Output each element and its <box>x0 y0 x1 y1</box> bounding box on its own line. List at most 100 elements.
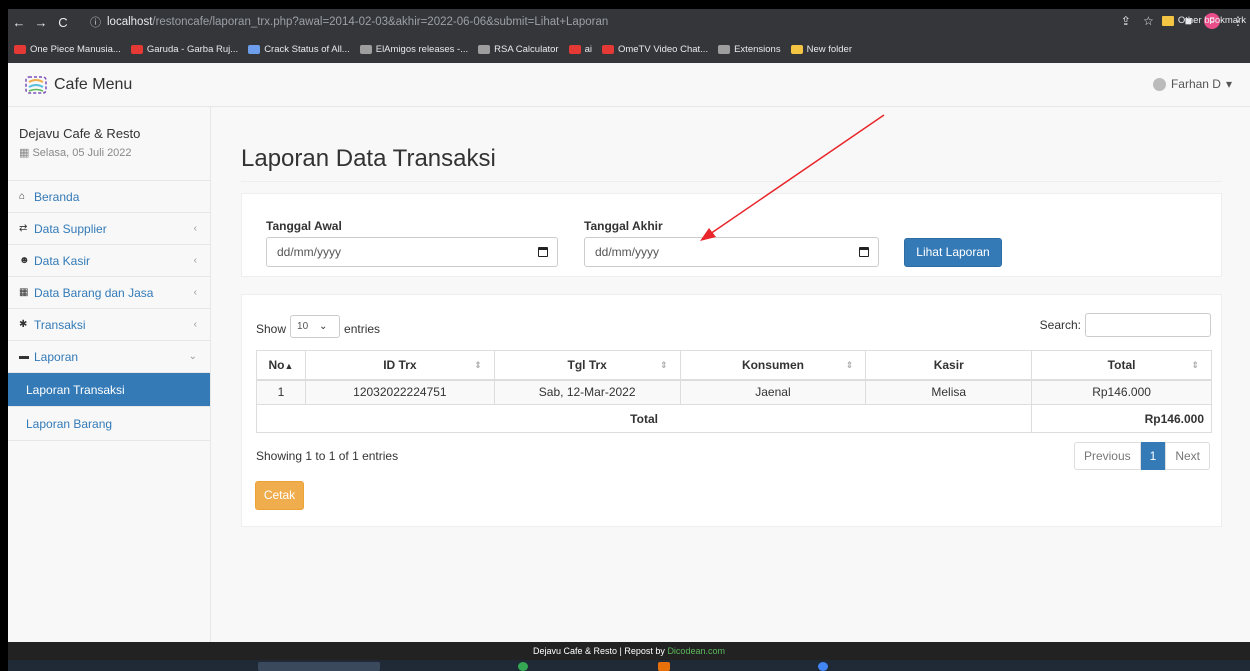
bookmark-item[interactable]: Crack Status of All... <box>248 44 350 55</box>
sidebar-item[interactable]: ⇄ Data Supplier ‹ <box>8 213 210 245</box>
cell-customer: Jaenal <box>679 379 867 405</box>
sidebar-item[interactable]: ☻ Data Kasir ‹ <box>8 245 210 277</box>
browser-toolbar: ← → C ⓘ localhost /restoncafe/laporan_tr… <box>8 9 1250 35</box>
next-page-button[interactable]: Next <box>1165 442 1210 470</box>
column-header-label: Tgl Trx <box>567 357 607 372</box>
end-date-placeholder: dd/mm/yyyy <box>595 245 660 259</box>
table-row: 1 12032022224751 Sab, 12-Mar-2022 Jaenal… <box>256 379 1212 405</box>
browser-chrome: ← → C ⓘ localhost /restoncafe/laporan_tr… <box>8 9 1250 63</box>
taskbar-item[interactable] <box>658 662 670 671</box>
sort-icon: ⇕ <box>1191 360 1199 370</box>
taskbar-item[interactable] <box>258 662 380 671</box>
sidebar-item[interactable]: ▬ Laporan ⌄ <box>8 341 210 373</box>
bookmark-item[interactable]: One Piece Manusia... <box>14 44 121 55</box>
previous-page-button[interactable]: Previous <box>1073 442 1141 470</box>
footer-link[interactable]: Dicodean.com <box>667 646 725 656</box>
column-header[interactable]: Tgl Trx ⇕ <box>493 350 681 381</box>
brand[interactable]: Cafe Menu <box>25 76 132 94</box>
calendar-icon[interactable] <box>859 247 869 257</box>
show-label: Show <box>256 321 287 336</box>
column-header-label: Konsumen <box>741 357 804 372</box>
bookmark-label: New folder <box>806 44 852 55</box>
bookmark-favicon-icon <box>359 45 372 54</box>
bookmark-item[interactable]: Extensions <box>718 44 781 55</box>
report-panel: Show 10 ⌄ entries Search: No▲ ID Trx ⇕ T… <box>241 294 1222 527</box>
sidebar-item-label: Data Barang dan Jasa <box>34 285 154 300</box>
bookmark-favicon-icon <box>601 45 614 54</box>
pagination: Previous 1 Next <box>1073 442 1210 470</box>
other-bookmarks[interactable]: Other bookmark <box>1161 15 1246 26</box>
calendar-icon[interactable] <box>538 247 548 257</box>
screen: ← → C ⓘ localhost /restoncafe/laporan_tr… <box>0 0 1250 671</box>
sidebar-item[interactable]: ⌂ Beranda <box>8 181 210 213</box>
column-header-label: ID Trx <box>383 357 417 372</box>
end-date-input[interactable]: dd/mm/yyyy <box>584 237 879 267</box>
reload-icon[interactable]: C <box>52 15 74 30</box>
column-header[interactable]: ID Trx ⇕ <box>304 350 495 381</box>
column-header[interactable]: Kasir <box>865 350 1033 381</box>
page-footer: Dejavu Cafe & Resto | Repost by Dicodean… <box>8 642 1250 660</box>
url-path: /restoncafe/laporan_trx.php?awal=2014-02… <box>152 16 609 28</box>
column-header[interactable]: Konsumen ⇕ <box>679 350 867 381</box>
table-header-row: No▲ ID Trx ⇕ Tgl Trx ⇕ Konsumen ⇕ Kasir Tot… <box>256 350 1212 381</box>
forward-icon[interactable]: → <box>30 15 52 30</box>
other-bookmarks-label: Other bookmark <box>1177 15 1246 26</box>
bookmark-label: One Piece Manusia... <box>30 44 121 55</box>
back-icon[interactable]: ← <box>8 15 30 30</box>
end-date-label: Tanggal Akhir <box>584 219 663 233</box>
sidebar-subitem[interactable]: Laporan Transaksi <box>8 373 210 407</box>
main-content: Laporan Data Transaksi Tanggal Awal dd/m… <box>212 107 1250 642</box>
sidebar-item[interactable]: ▦ Data Barang dan Jasa ‹ <box>8 277 210 309</box>
bookmark-favicon-icon <box>14 45 26 54</box>
taskbar-item[interactable] <box>818 662 828 671</box>
star-icon[interactable]: ☆ <box>1143 14 1154 28</box>
share-icon[interactable]: ⇪ <box>1121 14 1131 28</box>
page-length: Show 10 ⌄ entries <box>256 315 380 338</box>
chevron-icon: ‹ <box>193 287 197 298</box>
bookmark-item[interactable]: Garuda - Garba Ruj... <box>130 44 238 55</box>
user-menu[interactable]: Farhan D ▾ <box>1152 77 1232 91</box>
start-date-input[interactable]: dd/mm/yyyy <box>266 237 558 267</box>
print-button[interactable]: Cetak <box>255 481 304 510</box>
bookmark-item[interactable]: New folder <box>790 44 852 55</box>
user-name: Farhan D <box>1170 77 1221 91</box>
column-header[interactable]: Total ⇕ <box>1031 350 1212 381</box>
bookmark-label: OmeTV Video Chat... <box>617 44 709 55</box>
view-report-button[interactable]: Lihat Laporan <box>904 238 1002 267</box>
page-1-button[interactable]: 1 <box>1140 442 1166 470</box>
os-taskbar <box>8 660 1250 671</box>
sidebar-header: Dejavu Cafe & Resto ▦ Selasa, 05 Juli 20… <box>8 107 210 181</box>
sort-icon: ⇕ <box>845 360 854 370</box>
cell-date: Sab, 12-Mar-2022 <box>493 379 681 405</box>
footer-text: Dejavu Cafe & Resto | Repost by <box>533 646 665 656</box>
sidebar-item[interactable]: ✱ Transaksi ‹ <box>8 309 210 341</box>
top-navbar: Cafe Menu Farhan D ▾ <box>8 63 1250 107</box>
cell-total: Rp146.000 <box>1031 379 1212 405</box>
cafe-logo-icon <box>25 76 47 94</box>
bookmark-item[interactable]: ai <box>568 44 592 55</box>
column-header[interactable]: No▲ <box>256 350 306 381</box>
sidebar-subitem[interactable]: Laporan Barang <box>8 407 210 441</box>
info-icon: ⓘ <box>90 17 101 29</box>
bookmarks-bar: One Piece Manusia... Garuda - Garba Ruj..… <box>8 36 1250 63</box>
bookmark-item[interactable]: RSA Calculator <box>478 44 559 55</box>
bookmark-label: RSA Calculator <box>494 44 559 55</box>
bookmark-favicon-icon <box>790 45 803 54</box>
total-value: Rp146.000 <box>1031 404 1212 433</box>
sidebar-item-label: Laporan <box>34 349 79 364</box>
address-bar[interactable]: ⓘ localhost /restoncafe/laporan_trx.php?… <box>90 12 1070 32</box>
bookmark-favicon-icon <box>478 45 491 54</box>
search-input[interactable] <box>1085 313 1211 337</box>
current-date-text: Selasa, 05 Juli 2022 <box>32 147 132 159</box>
column-header-label: Total <box>1107 357 1136 372</box>
search-label: Search: <box>1039 318 1081 332</box>
cell-cashier: Melisa <box>865 379 1033 405</box>
entries-select[interactable]: 10 ⌄ <box>290 315 341 338</box>
taskbar-item[interactable] <box>518 662 528 671</box>
bookmark-item[interactable]: OmeTV Video Chat... <box>601 44 709 55</box>
user-icon <box>1152 77 1166 91</box>
cell-id: 12032022224751 <box>304 379 495 405</box>
table-search: Search: <box>1040 313 1211 337</box>
column-header-label: No <box>268 357 285 372</box>
bookmark-item[interactable]: ElAmigos releases -... <box>359 44 468 55</box>
